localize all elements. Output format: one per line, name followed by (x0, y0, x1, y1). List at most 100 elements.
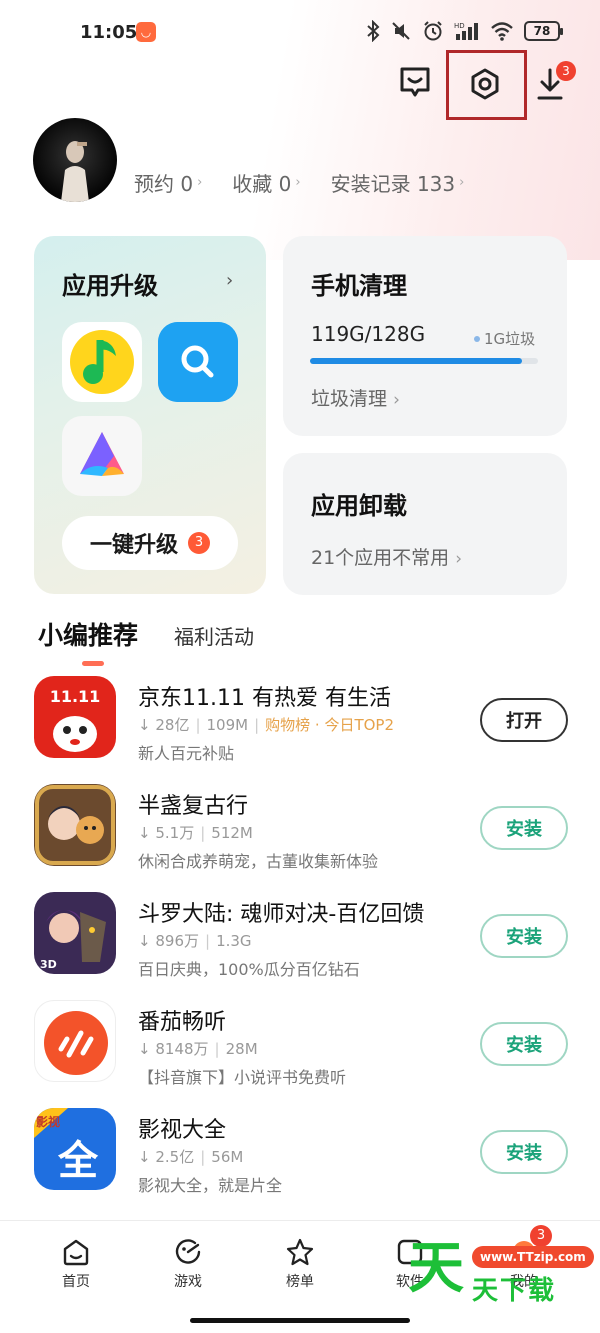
message-button[interactable] (393, 60, 437, 104)
app-downloads: 8148万 (155, 1040, 209, 1058)
junk-size-label: 1G垃圾 (484, 330, 536, 348)
app-size: 512M (211, 823, 253, 842)
junk-size: 1G垃圾 (474, 328, 535, 349)
storage-progress-fill (310, 358, 523, 364)
app-description: 新人百元补贴 (138, 744, 235, 763)
nav-games-label: 游戏 (174, 1274, 202, 1290)
svg-text:11.11: 11.11 (50, 687, 101, 706)
jd-icon: 11.11 (34, 676, 116, 758)
unused-apps-link[interactable]: 21个应用不常用 › (311, 543, 462, 570)
app-description: 【抖音旗下】小说评书免费听 (138, 1068, 347, 1087)
app-meta: ↓ 8148万 | 28M (138, 1038, 258, 1059)
install-history-label: 安装记录 133 (330, 172, 456, 196)
open-button[interactable]: 打开 (480, 698, 568, 742)
chevron-right-icon: › (197, 175, 203, 190)
download-icon: ↓ (138, 1039, 151, 1058)
app-name: 斗罗大陆: 魂师对决-百亿回馈 (138, 902, 425, 927)
app-size: 1.3G (216, 931, 252, 950)
chevron-right-icon: › (295, 175, 301, 190)
divider: | (254, 715, 260, 734)
download-icon: ↓ (138, 823, 151, 842)
home-indicator (190, 1318, 410, 1323)
favorites-link[interactable]: 收藏 0 › (232, 168, 300, 197)
divider: | (200, 1147, 206, 1166)
app-meta: ↓ 896万 | 1.3G (138, 930, 252, 951)
junk-dot (474, 335, 480, 342)
app-list: 11.11 京东11.11 有热爱 有生活 ↓ 28亿 | 109M | 购物榜… (0, 676, 600, 1216)
nav-home-label: 首页 (62, 1274, 90, 1290)
nav-rankings[interactable]: 榜单 (260, 1237, 340, 1291)
content-tabs: 小编推荐 福利活动 (38, 616, 254, 666)
alarm-icon (424, 21, 442, 41)
settings-highlight-frame (446, 50, 527, 120)
chevron-right-icon: › (393, 390, 400, 410)
mute-icon (392, 22, 410, 40)
fanqie-icon (34, 1000, 116, 1082)
app-meta: ↓ 5.1万 | 512M (138, 822, 253, 843)
list-item[interactable]: 半盏复古行 ↓ 5.1万 | 512M 休闲合成养萌宠，古董收集新体验 安装 (0, 784, 600, 892)
nav-home[interactable]: 首页 (36, 1237, 116, 1291)
nav-games[interactable]: 游戏 (148, 1237, 228, 1291)
phone-cleanup-title: 手机清理 (311, 272, 407, 300)
search-app-tile[interactable] (158, 322, 238, 402)
one-click-upgrade-button[interactable]: 一键升级 3 (62, 516, 238, 570)
install-button[interactable]: 安装 (480, 914, 568, 958)
app-description: 休闲合成养萌宠，古董收集新体验 (138, 852, 379, 871)
game-icon (34, 784, 116, 866)
qq-music-icon (70, 330, 134, 394)
list-item[interactable]: 11.11 京东11.11 有热爱 有生活 ↓ 28亿 | 109M | 购物榜… (0, 676, 600, 784)
app-name: 番茄畅听 (138, 1010, 227, 1035)
app-size: 109M (206, 715, 249, 734)
install-history-link[interactable]: 安装记录 133 › (331, 168, 465, 197)
avatar[interactable] (33, 118, 117, 202)
storage-usage: 119G/128G (311, 322, 426, 346)
list-item[interactable]: 影视 全 影视大全 ↓ 2.5亿 | 56M 影视大全，就是片全 安装 (0, 1108, 600, 1216)
app-description: 影视大全，就是片全 (138, 1176, 283, 1195)
upgrade-count-badge: 3 (188, 532, 210, 554)
download-badge: 3 (556, 61, 576, 81)
watermark-logo: 天 www.TTzip.com 天下载 (408, 1236, 594, 1306)
signal-icon: HD (454, 22, 478, 40)
search-icon (158, 322, 238, 402)
divider: | (214, 1039, 220, 1058)
svg-text:3D: 3D (40, 958, 57, 971)
message-icon (400, 67, 430, 97)
app-downloads: 28亿 (155, 716, 190, 734)
tab-welfare-activities[interactable]: 福利活动 (174, 621, 254, 650)
a-app-icon (80, 432, 124, 476)
app-rank: 购物榜 · 今日TOP2 (265, 716, 395, 734)
tab-editor-picks[interactable]: 小编推荐 (38, 616, 138, 666)
app-uninstall-title: 应用卸载 (311, 492, 407, 520)
junk-cleanup-label: 垃圾清理 (311, 388, 388, 410)
wifi-icon (491, 22, 513, 41)
qq-music-tile[interactable] (62, 322, 142, 402)
reservations-link[interactable]: 预约 0 › (134, 168, 202, 197)
svg-text:全: 全 (57, 1138, 99, 1184)
app-uninstall-card[interactable] (283, 453, 567, 595)
install-button[interactable]: 安装 (480, 1130, 568, 1174)
install-button[interactable]: 安装 (480, 806, 568, 850)
yingshi-icon: 影视 全 (34, 1108, 116, 1190)
a-app-tile[interactable] (62, 416, 142, 496)
divider: | (200, 823, 206, 842)
list-item[interactable]: 番茄畅听 ↓ 8148万 | 28M 【抖音旗下】小说评书免费听 安装 (0, 1000, 600, 1108)
app-name: 影视大全 (138, 1118, 227, 1143)
download-icon: ↓ (138, 1147, 151, 1166)
bluetooth-icon (367, 20, 380, 42)
junk-cleanup-link[interactable]: 垃圾清理 › (311, 384, 400, 411)
download-icon: ↓ (138, 715, 151, 734)
divider: | (195, 715, 201, 734)
list-item[interactable]: 3D 斗罗大陆: 魂师对决-百亿回馈 ↓ 896万 | 1.3G 百日庆典，10… (0, 892, 600, 1000)
one-click-upgrade-label: 一键升级 (89, 533, 178, 558)
app-meta: ↓ 28亿 | 109M | 购物榜 · 今日TOP2 (138, 714, 394, 735)
app-name: 半盏复古行 (138, 794, 249, 819)
svg-text:影视: 影视 (36, 1114, 60, 1129)
battery-indicator: 78 (524, 21, 563, 41)
install-button[interactable]: 安装 (480, 1022, 568, 1066)
app-description: 百日庆典，100%瓜分百亿钻石 (138, 960, 360, 979)
watermark-text: 天下载 (472, 1276, 557, 1306)
avatar-image (61, 141, 89, 202)
status-bar: 11:05 ◡ HD 78 (0, 14, 600, 54)
svg-text:HD: HD (454, 22, 465, 30)
reservations-label: 预约 0 (134, 172, 194, 196)
